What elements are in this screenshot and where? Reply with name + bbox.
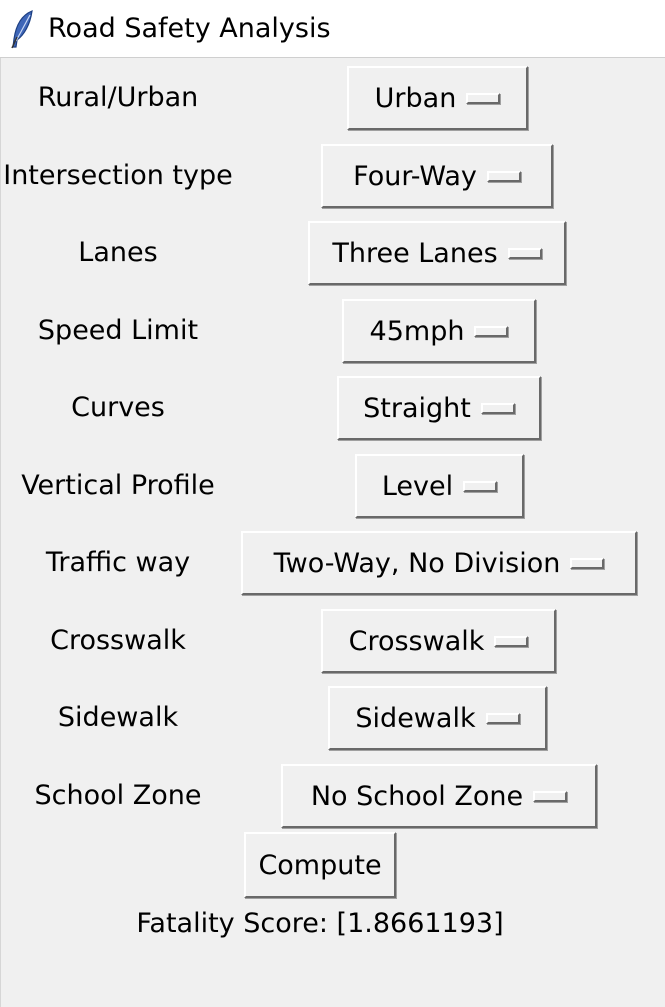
lanes-dropdown[interactable]: Three Lanes	[308, 221, 566, 285]
label-sidewalk: Sidewalk	[57, 702, 179, 733]
school-zone-dropdown[interactable]: No School Zone	[281, 764, 597, 828]
row-traffic-way: Traffic way Two-Way, No Division	[1, 529, 665, 597]
dropdown-indicator-icon	[507, 247, 542, 259]
vertical-profile-dropdown[interactable]: Level	[355, 454, 524, 518]
traffic-way-dropdown[interactable]: Two-Way, No Division	[241, 531, 637, 595]
title-bar[interactable]: Road Safety Analysis	[0, 0, 665, 58]
row-curves: Curves Straight	[1, 374, 665, 442]
vertical-profile-value: Level	[381, 470, 454, 502]
speed-limit-dropdown[interactable]: 45mph	[342, 299, 536, 363]
school-zone-value: No School Zone	[310, 780, 524, 812]
dropdown-indicator-icon	[480, 402, 515, 414]
label-intersection-type: Intersection type	[3, 160, 233, 191]
main-panel: Rural/Urban Urban Intersection type Four…	[0, 58, 665, 1007]
rural-urban-value: Urban	[374, 82, 457, 114]
dropdown-indicator-icon	[466, 92, 501, 104]
row-crosswalk: Crosswalk Crosswalk	[1, 607, 665, 675]
feather-icon	[11, 10, 33, 49]
row-lanes: Lanes Three Lanes	[1, 219, 665, 287]
window-title: Road Safety Analysis	[48, 13, 331, 44]
row-intersection-type: Intersection type Four-Way	[1, 142, 665, 210]
label-rural-urban: Rural/Urban	[37, 82, 199, 113]
label-curves: Curves	[71, 392, 165, 423]
curves-dropdown[interactable]: Straight	[337, 376, 541, 440]
row-speed-limit: Speed Limit 45mph	[1, 297, 665, 365]
fatality-score-text: Fatality Score: [1.8661193]	[136, 908, 504, 939]
label-lanes: Lanes	[78, 237, 158, 268]
speed-limit-value: 45mph	[369, 315, 465, 347]
row-school-zone: School Zone No School Zone	[1, 762, 665, 830]
crosswalk-dropdown[interactable]: Crosswalk	[321, 609, 556, 673]
dropdown-indicator-icon	[533, 790, 568, 802]
intersection-type-value: Four-Way	[353, 160, 477, 192]
compute-button[interactable]: Compute	[244, 832, 396, 898]
dropdown-indicator-icon	[570, 557, 605, 569]
dropdown-indicator-icon	[463, 480, 498, 492]
rural-urban-dropdown[interactable]: Urban	[347, 66, 528, 130]
sidewalk-dropdown[interactable]: Sidewalk	[328, 686, 547, 750]
row-vertical-profile: Vertical Profile Level	[1, 452, 665, 520]
traffic-way-value: Two-Way, No Division	[273, 547, 561, 579]
label-crosswalk: Crosswalk	[50, 625, 186, 656]
lanes-value: Three Lanes	[332, 237, 498, 269]
dropdown-indicator-icon	[485, 712, 520, 724]
intersection-type-dropdown[interactable]: Four-Way	[321, 144, 553, 208]
dropdown-indicator-icon	[494, 635, 529, 647]
label-speed-limit: Speed Limit	[37, 315, 199, 346]
crosswalk-value: Crosswalk	[348, 625, 485, 657]
row-sidewalk: Sidewalk Sidewalk	[1, 684, 665, 752]
label-traffic-way: Traffic way	[45, 547, 191, 578]
dropdown-indicator-icon	[474, 325, 509, 337]
sidewalk-value: Sidewalk	[355, 702, 476, 734]
label-school-zone: School Zone	[34, 780, 202, 811]
label-vertical-profile: Vertical Profile	[21, 470, 215, 501]
dropdown-indicator-icon	[486, 170, 521, 182]
curves-value: Straight	[363, 392, 471, 424]
row-rural-urban: Rural/Urban Urban	[1, 64, 665, 132]
